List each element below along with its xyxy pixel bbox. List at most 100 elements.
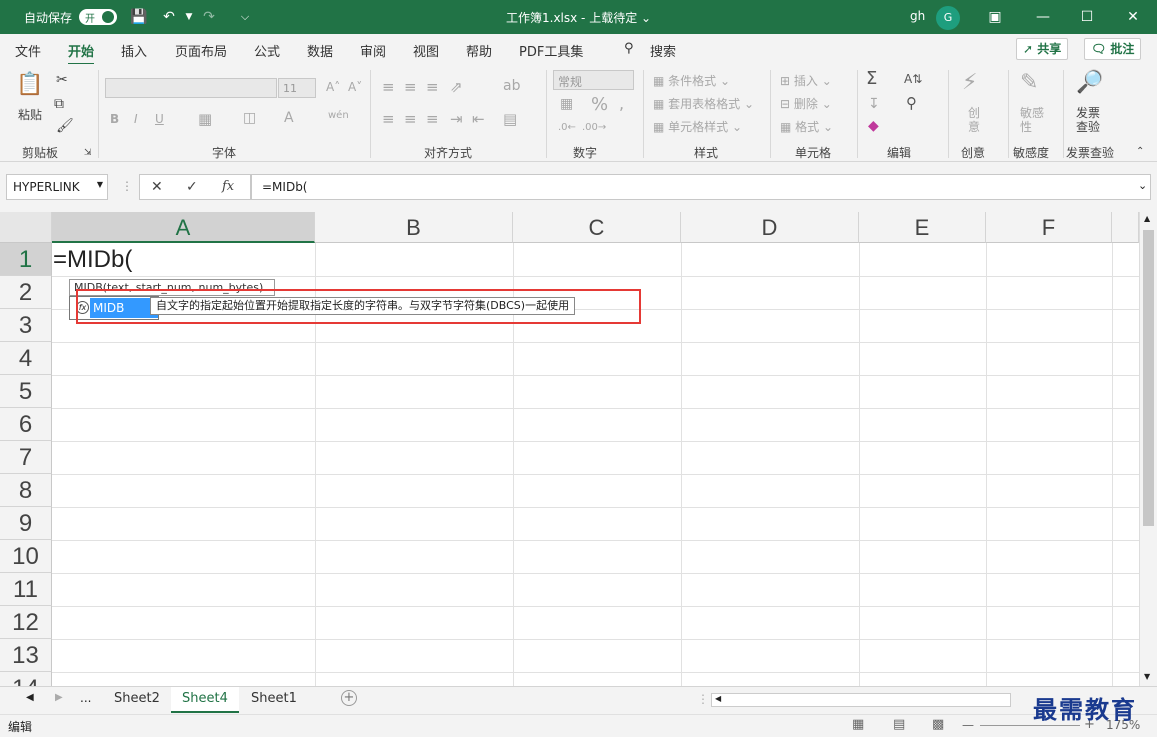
zoom-out-icon[interactable]: — <box>962 718 974 732</box>
cell-styles-button[interactable]: ▦ 单元格样式 ⌄ <box>653 118 742 135</box>
undo-dropdown-icon[interactable]: ▼ <box>180 8 198 26</box>
row-header-5[interactable]: 5 <box>0 375 52 408</box>
name-box[interactable]: HYPERLINK ▼ <box>6 174 108 200</box>
tab-insert[interactable]: 插入 <box>121 41 147 60</box>
percent-icon[interactable]: % <box>591 94 608 115</box>
bold-icon[interactable]: B <box>110 112 119 126</box>
row-header-3[interactable]: 3 <box>0 309 52 342</box>
align-center-icon[interactable]: ≡ <box>404 110 417 128</box>
conditional-format-button[interactable]: ▦ 条件格式 ⌄ <box>653 72 730 89</box>
save-icon[interactable]: 💾 <box>130 8 148 26</box>
accounting-icon[interactable]: ▦ <box>560 96 573 112</box>
expand-formula-icon[interactable]: ⌄ <box>1138 179 1147 192</box>
scroll-down-icon[interactable]: ▼ <box>1144 672 1150 681</box>
page-layout-view-icon[interactable]: ▤ <box>893 717 905 732</box>
align-left-icon[interactable]: ≡ <box>382 110 395 128</box>
increase-font-icon[interactable]: A˄ <box>326 80 340 94</box>
tab-home[interactable]: 开始 <box>68 41 95 66</box>
search-icon[interactable]: ⚲ <box>624 41 634 56</box>
tab-page-layout[interactable]: 页面布局 <box>175 41 227 60</box>
vertical-scrollbar[interactable]: ▲ ▼ <box>1139 212 1157 686</box>
font-color-icon[interactable]: A <box>284 110 294 126</box>
horizontal-scrollbar[interactable]: ◀ <box>711 693 1011 707</box>
worksheet-grid[interactable]: A B C D E F 1 2 3 4 5 6 7 8 9 10 11 12 1… <box>0 212 1139 686</box>
autosum-icon[interactable]: Σ <box>866 68 877 89</box>
tab-review[interactable]: 审阅 <box>360 41 386 60</box>
invoice-button-label[interactable]: 发票查验 <box>1076 106 1104 134</box>
column-header-d[interactable]: D <box>681 212 859 243</box>
row-header-14[interactable]: 14 <box>0 672 52 686</box>
sensitivity-button-label[interactable]: 敏感性 <box>1020 106 1046 134</box>
tab-pdf-tools[interactable]: PDF工具集 <box>519 41 583 60</box>
clipboard-launcher-icon[interactable]: ⇲ <box>84 148 92 158</box>
lightning-icon[interactable]: ⚡ <box>962 70 977 95</box>
zoom-slider[interactable] <box>980 725 1080 726</box>
merge-center-icon[interactable]: ▤ <box>503 110 517 128</box>
ribbon-display-icon[interactable]: ▣ <box>986 8 1004 26</box>
column-header-e[interactable]: E <box>859 212 986 243</box>
column-header-a[interactable]: A <box>52 212 315 243</box>
indent-icon[interactable]: ⇥ <box>450 110 463 128</box>
undo-icon[interactable]: ↶ <box>160 8 178 26</box>
fill-color-icon[interactable]: ◫ <box>243 110 256 126</box>
cancel-icon[interactable]: ✕ <box>151 179 163 195</box>
tab-formulas[interactable]: 公式 <box>254 41 280 60</box>
clear-icon[interactable]: ◆ <box>868 118 879 134</box>
tab-view[interactable]: 视图 <box>413 41 439 60</box>
document-title[interactable]: 工作簿1.xlsx - 上载待定 ⌄ <box>506 9 651 26</box>
row-header-1[interactable]: 1 <box>0 243 52 276</box>
underline-icon[interactable]: U <box>155 112 164 126</box>
format-cells-button[interactable]: ▦ 格式 ⌄ <box>780 118 833 135</box>
scroll-left-icon[interactable]: ◀ <box>715 694 721 703</box>
page-break-view-icon[interactable]: ▩ <box>932 717 944 732</box>
collapse-ribbon-icon[interactable]: ⌃ <box>1136 146 1144 157</box>
align-middle-icon[interactable]: ≡ <box>404 78 417 96</box>
sheet-tab-sheet4[interactable]: Sheet4 <box>171 687 239 713</box>
row-header-8[interactable]: 8 <box>0 474 52 507</box>
align-bottom-icon[interactable]: ≡ <box>426 78 439 96</box>
format-painter-icon[interactable]: 🖌 <box>56 118 74 134</box>
fill-icon[interactable]: ↧ <box>868 96 880 112</box>
vertical-scroll-thumb[interactable] <box>1143 230 1154 526</box>
insert-function-icon[interactable]: fx <box>222 179 234 194</box>
paste-label[interactable]: 粘贴 <box>18 106 42 123</box>
align-right-icon[interactable]: ≡ <box>426 110 439 128</box>
tab-data[interactable]: 数据 <box>307 41 333 60</box>
customize-qat-icon[interactable]: ⌵ <box>236 8 254 26</box>
font-size-combo[interactable]: 11 <box>278 78 316 98</box>
search-label[interactable]: 搜索 <box>650 41 676 60</box>
row-header-10[interactable]: 10 <box>0 540 52 573</box>
column-header-c[interactable]: C <box>513 212 681 243</box>
minimize-icon[interactable]: — <box>1034 8 1052 26</box>
cut-icon[interactable]: ✂ <box>56 72 68 88</box>
select-all-corner[interactable] <box>0 212 52 243</box>
enter-icon[interactable]: ✓ <box>186 179 198 195</box>
sheet-tab-sheet1[interactable]: Sheet1 <box>240 687 308 713</box>
row-header-12[interactable]: 12 <box>0 606 52 639</box>
sheet-tab-sheet2[interactable]: Sheet2 <box>103 687 171 713</box>
column-header-f[interactable]: F <box>986 212 1112 243</box>
format-as-table-button[interactable]: ▦ 套用表格格式 ⌄ <box>653 95 754 112</box>
row-header-9[interactable]: 9 <box>0 507 52 540</box>
decrease-decimal-icon[interactable]: .00→ <box>582 122 606 133</box>
paste-icon[interactable]: 📋 <box>16 72 43 97</box>
find-select-icon[interactable]: ⚲ <box>906 94 917 112</box>
insert-cells-button[interactable]: ⊞ 插入 ⌄ <box>780 72 832 89</box>
next-sheet-icon[interactable]: ▶ <box>55 692 63 703</box>
close-icon[interactable]: ✕ <box>1124 8 1142 26</box>
more-sheets-ellipsis[interactable]: ... <box>80 691 91 705</box>
align-top-icon[interactable]: ≡ <box>382 78 395 96</box>
delete-cells-button[interactable]: ⊟ 删除 ⌄ <box>780 95 832 112</box>
invoice-check-icon[interactable]: 🔎 <box>1076 70 1103 95</box>
scroll-up-icon[interactable]: ▲ <box>1144 214 1150 223</box>
row-header-2[interactable]: 2 <box>0 276 52 309</box>
share-button[interactable]: ➚ 共享 <box>1016 38 1069 60</box>
decrease-font-icon[interactable]: A˅ <box>348 80 362 94</box>
orientation-icon[interactable]: ⇗ <box>450 78 463 96</box>
border-icon[interactable]: ▦ <box>198 110 212 128</box>
redo-icon[interactable]: ↷ <box>200 8 218 26</box>
prev-sheet-icon[interactable]: ◀ <box>26 692 34 703</box>
creative-button-label[interactable]: 创意 <box>968 106 980 134</box>
column-header-next[interactable] <box>1112 212 1139 243</box>
comment-button[interactable]: 🗨 批注 <box>1084 38 1142 60</box>
